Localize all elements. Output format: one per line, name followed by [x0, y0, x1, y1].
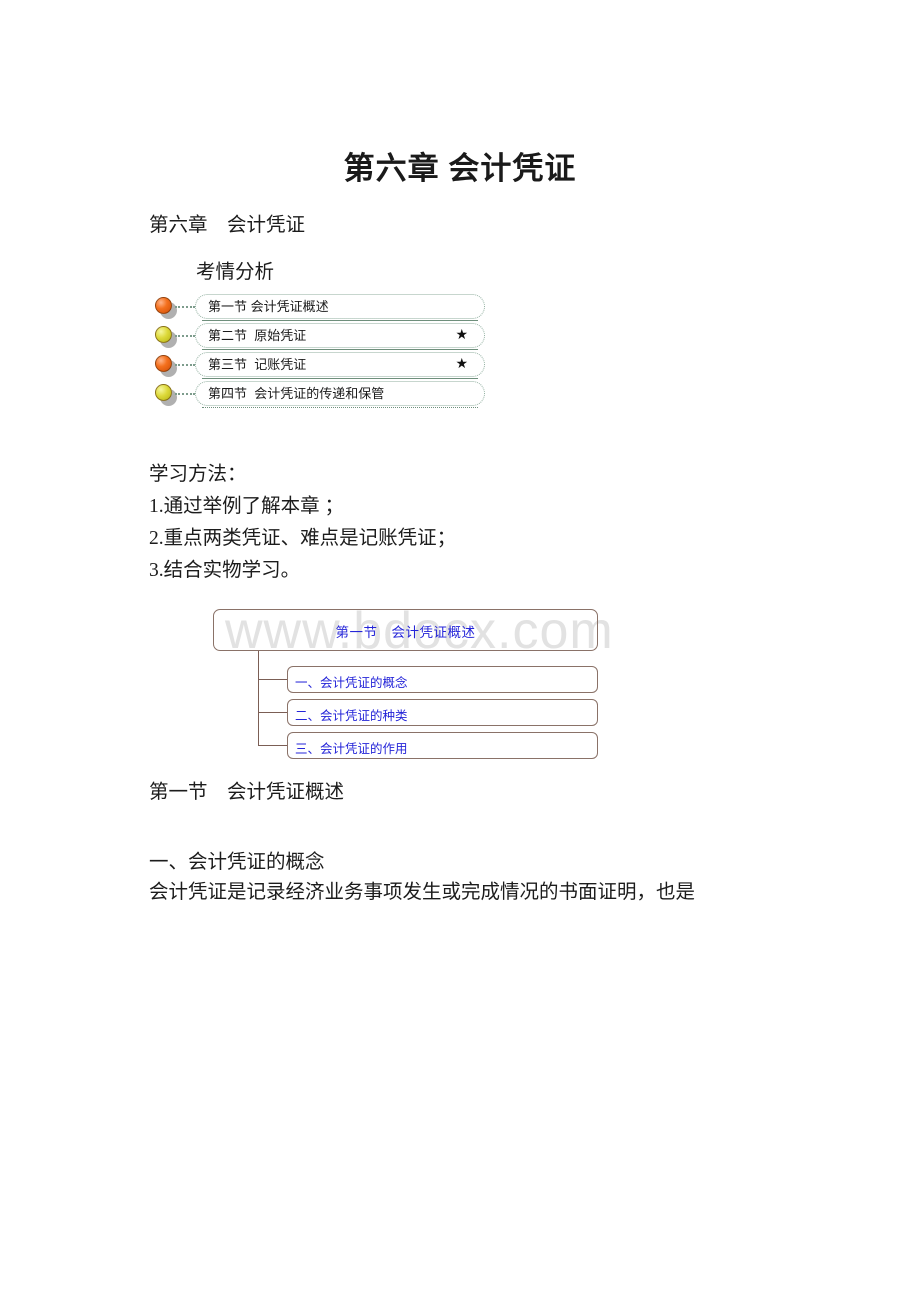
subsection-heading: 一、会计凭证的概念: [149, 852, 325, 873]
study-method-line-2: 2.重点两类凭证、难点是记账凭证；: [149, 528, 457, 549]
outline-pill[interactable]: 第一节 会计凭证概述: [195, 294, 485, 321]
sphere-bullet-icon: [155, 355, 179, 377]
outline-item-label: 第三节 记账凭证: [208, 357, 307, 372]
document-page: 第六章 会计凭证 第六章 会计凭证 考情分析 第一节 会计凭证概述 第二节 原始: [0, 0, 920, 1302]
outline-row[interactable]: 第四节 会计凭证的传递和保管: [155, 381, 485, 410]
tree-node-label: 三、会计凭证的作用: [295, 742, 408, 756]
chapter-line: 第六章 会计凭证: [149, 215, 306, 236]
dotted-leader: [175, 335, 195, 337]
sphere-bullet-icon: [155, 326, 179, 348]
outline-item-label: 第一节 会计凭证概述: [208, 299, 329, 314]
sphere-bullet-icon: [155, 384, 179, 406]
outline-pill[interactable]: 第三节 记账凭证 ★: [195, 352, 485, 379]
tree-node-box: 一、会计凭证的概念: [287, 666, 598, 693]
exam-analysis-label: 考情分析: [196, 262, 275, 283]
page-title: 第六章 会计凭证: [343, 151, 577, 186]
dotted-leader: [175, 364, 195, 366]
outline-row[interactable]: 第二节 原始凭证 ★: [155, 323, 485, 352]
study-method-line-3: 3.结合实物学习。: [149, 560, 301, 581]
dotted-leader: [175, 393, 195, 395]
tree-root-label: 第一节 会计凭证概述: [335, 625, 476, 640]
tree-vertical-connector: [258, 651, 259, 745]
outline-item-label: 第四节 会计凭证的传递和保管: [208, 386, 385, 401]
outline-pill[interactable]: 第二节 原始凭证 ★: [195, 323, 485, 350]
study-method-line-1: 1.通过举例了解本章 ；: [149, 496, 345, 517]
section-heading: 第一节 会计凭证概述: [149, 782, 345, 803]
yellow-sphere-bullet-icon: [155, 384, 172, 401]
orange-sphere-bullet-icon: [155, 297, 172, 314]
star-icon: ★: [455, 357, 468, 372]
tree-node-label: 一、会计凭证的概念: [295, 676, 408, 690]
outline-pill[interactable]: 第四节 会计凭证的传递和保管: [195, 381, 485, 408]
orange-sphere-bullet-icon: [155, 355, 172, 372]
tree-branch-connector: [258, 745, 287, 746]
yellow-sphere-bullet-icon: [155, 326, 172, 343]
chapter-outline-graphic: 第一节 会计凭证概述 第二节 原始凭证 ★ 第三节 记账凭证 ★ 第四节 会计凭…: [155, 294, 485, 414]
tree-node-label: 二、会计凭证的种类: [295, 709, 408, 723]
tree-branch-connector: [258, 712, 287, 713]
sphere-bullet-icon: [155, 297, 179, 319]
outline-row[interactable]: 第三节 记账凭证 ★: [155, 352, 485, 381]
study-method-heading: 学习方法：: [149, 464, 247, 485]
tree-branch-connector: [258, 679, 287, 680]
outline-item-label: 第二节 原始凭证: [208, 328, 307, 343]
tree-node-box: 三、会计凭证的作用: [287, 732, 598, 759]
section-tree-diagram: 第一节 会计凭证概述 一、会计凭证的概念 二、会计凭证的种类 三、会计凭证的作用: [213, 609, 603, 759]
dotted-leader: [175, 306, 195, 308]
tree-node-box: 二、会计凭证的种类: [287, 699, 598, 726]
body-paragraph: 会计凭证是记录经济业务事项发生或完成情况的书面证明，也是: [149, 882, 696, 903]
star-icon: ★: [455, 328, 468, 343]
outline-row[interactable]: 第一节 会计凭证概述: [155, 294, 485, 323]
